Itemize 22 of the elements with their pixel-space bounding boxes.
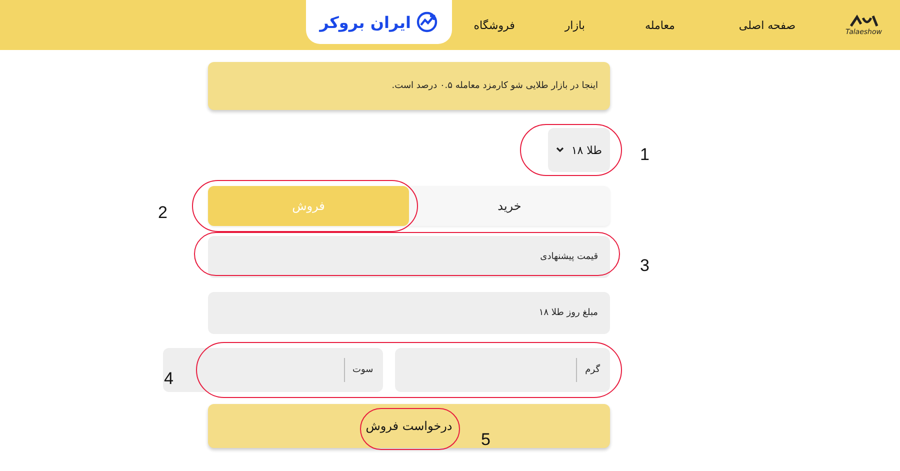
calligraphy-logo-icon [848, 14, 879, 28]
unit-label: گرم [576, 358, 600, 382]
annotation-number: 5 [481, 430, 490, 450]
annotation-number: 3 [640, 256, 650, 276]
annotation-number: 1 [640, 145, 650, 165]
asset-select[interactable]: طلا ۱۸ [548, 128, 610, 172]
chevron-down-icon [556, 147, 564, 153]
nav-link[interactable]: صفحه اصلی [738, 18, 796, 32]
annotation-number: 4 [164, 369, 174, 389]
nav-link[interactable]: معامله [644, 18, 675, 32]
fee-notice: اینجا در بازار طلایی شو کارمزد معامله ۰.۵ درصد است. [208, 62, 610, 110]
partner-name: ایران بروکر [320, 12, 411, 32]
trade-tab[interactable]: خرید [409, 186, 610, 226]
unit-label: سوت [344, 358, 374, 382]
trend-chart-icon [416, 11, 438, 33]
partner-logo-tab[interactable]: ایران بروکر [306, 0, 452, 44]
amount-field[interactable]: گرم [395, 348, 610, 392]
daily-price-field[interactable]: مبلغ روز طلا ۱۸ [208, 292, 610, 334]
nav-link[interactable]: فروشگاه [474, 18, 515, 32]
nav-link[interactable]: بازار [564, 18, 585, 32]
offer-price-field[interactable]: قیمت پیشنهادی [208, 236, 610, 278]
annotation-number: 2 [158, 203, 168, 223]
